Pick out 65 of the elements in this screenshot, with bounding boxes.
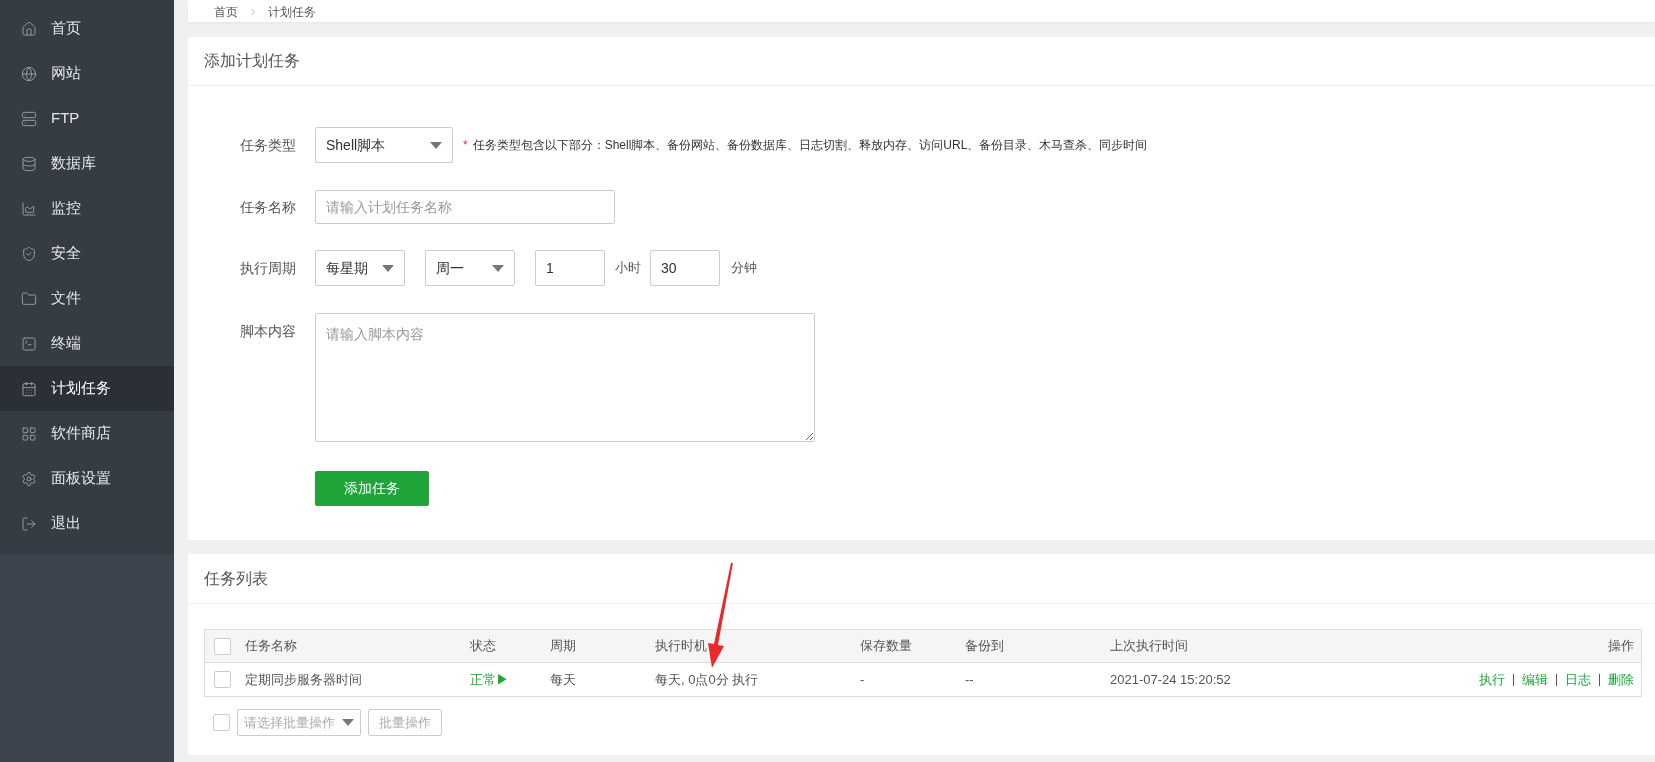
folder-icon [21,290,37,307]
settings-icon [21,470,37,487]
field-label: 执行周期 [239,258,297,278]
sidebar-item[interactable]: 安全 [0,231,174,276]
column-header: 上次执行时间 [1110,637,1189,656]
task-name-field[interactable]: 请输入计划任务名称 [315,190,615,224]
separator-icon [248,7,258,17]
hint-text: 任务类型包含以下部分：Shell脚本、备份网站、备份数据库、日志切割、释放内存、访问URL、备份目录、木马查杀、同步时间 [472,137,1148,154]
caret-icon [342,719,354,726]
sidebar-item[interactable]: FTP [0,96,174,141]
card-title: 添加计划任务 [204,51,300,71]
checkbox[interactable] [214,671,231,688]
sidebar-item[interactable]: 计划任务 [0,366,174,411]
weekday-select[interactable]: 周一 [425,250,515,286]
caret-icon [430,141,442,149]
checkbox[interactable] [213,714,230,731]
grid-icon [21,425,37,442]
calendar-icon [21,380,37,397]
chart-icon [21,200,37,217]
breadcrumb-link[interactable]: 计划任务 [268,5,316,19]
table-cell-text: 每天 [550,670,577,689]
sidebar-item[interactable]: 面板设置 [0,456,174,501]
unit-label: 分钟 [731,259,757,278]
sidebar-item[interactable]: 首页 [0,6,174,51]
script-field[interactable]: 请输入脚本内容 [315,313,815,442]
table-cell-text: - [860,670,866,689]
sidebar-item[interactable]: 软件商店 [0,411,174,456]
globe-icon [21,65,37,82]
task-type-select[interactable]: Shell脚本 [315,127,453,163]
sidebar-item[interactable]: 文件 [0,276,174,321]
period-select[interactable]: 每星期 [315,250,405,286]
table-cell-text: -- [965,670,975,689]
sidebar-item[interactable]: 监控 [0,186,174,231]
sidebar-item[interactable]: 终端 [0,321,174,366]
field-label: 脚本内容 [239,322,297,341]
card-title: 任务列表 [204,568,268,589]
column-header: 备份到 [965,637,1005,656]
shield-icon [21,245,37,262]
column-header: 状态 [470,637,497,656]
required-mark: * [463,137,468,154]
column-header: 任务名称 [245,637,298,656]
table-cell-text: 每天, 0点0分 执行 [655,670,760,689]
unit-label: 小时 [615,259,641,278]
logout-icon [21,515,37,532]
table-cell-text: 2021-07-24 15:20:52 [1110,670,1232,689]
column-header: 执行时机 [655,637,708,656]
checkbox[interactable] [214,637,231,655]
database-icon [21,155,37,172]
sidebar-item[interactable]: 数据库 [0,141,174,186]
column-header: 保存数量 [860,637,913,656]
column-header: 操作 [1608,637,1635,656]
minute-field[interactable]: 30 [650,250,720,286]
server-icon [21,110,37,127]
sidebar-item[interactable]: 退出 [0,501,174,546]
caret-icon [492,264,504,272]
table-cell-text: 定期同步服务器时间 [245,670,363,689]
breadcrumb-link[interactable]: 首页 [214,5,238,19]
field-label: 任务名称 [239,197,297,217]
field-label: 任务类型 [239,135,297,155]
column-header: 周期 [550,637,577,656]
caret-icon [382,264,394,272]
hour-field[interactable]: 1 [535,250,605,286]
terminal-icon [21,335,37,352]
sidebar-item[interactable]: 网站 [0,51,174,96]
home-icon [21,20,37,37]
